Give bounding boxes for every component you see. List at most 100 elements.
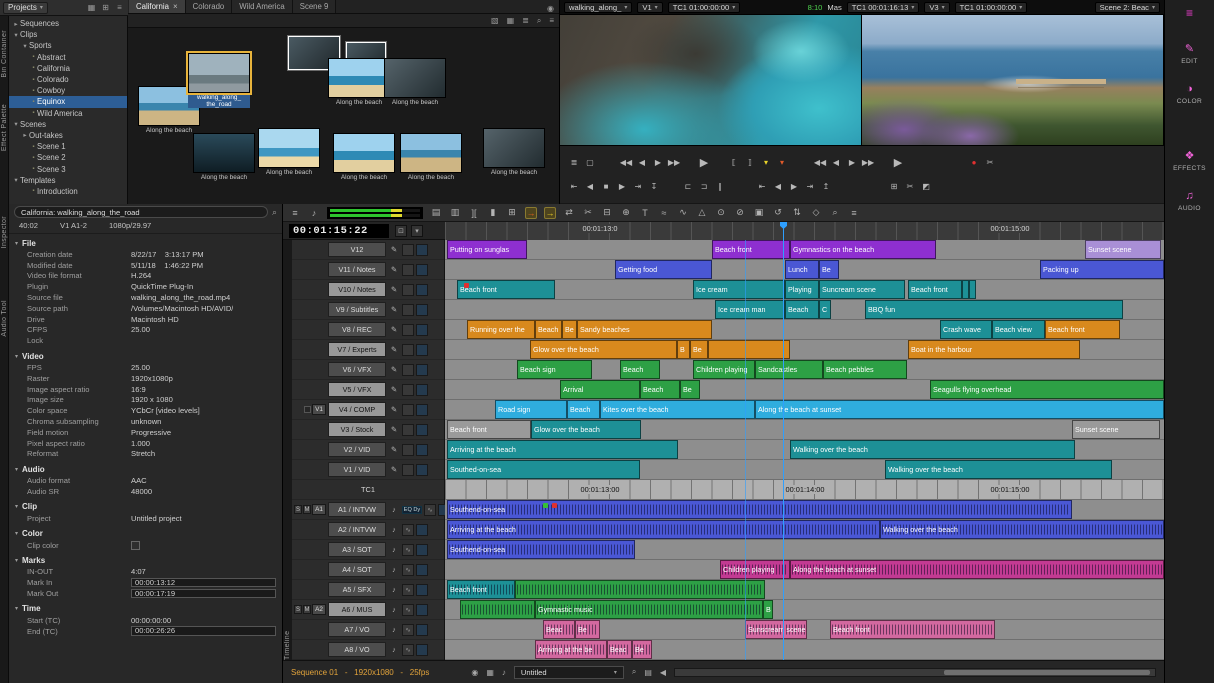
tree-item-templates[interactable]: ▾Templates [9,175,127,186]
frame-view-icon[interactable]: ▦ [507,16,515,25]
monitor-toggle[interactable] [416,344,428,356]
timeline-clip-beach-sign[interactable]: Beach sign [517,360,592,379]
track-lane-v4[interactable]: Road signBeachKites over the beachAlong … [445,400,1164,420]
timeline-clip-beach[interactable]: Beach [640,380,680,399]
track-option-toggle[interactable] [402,424,414,436]
list-view-icon[interactable]: ≣ [522,16,529,25]
disclosure-open-icon[interactable]: ▾ [21,42,29,50]
monitor-toggle[interactable] [416,644,428,656]
property-value[interactable]: 00:00:17:19 [131,589,276,599]
timeline-clip-getting-food[interactable]: Getting food [615,260,712,279]
monitor-toggle[interactable] [416,364,428,376]
track-button-v8[interactable]: V8 / REC [328,322,386,337]
speaker-icon[interactable]: ♪ [388,585,400,594]
tab-overflow-icon[interactable]: ◉ [547,4,554,13]
timeline-clip-beach-view[interactable]: Beach view [992,320,1045,339]
timeline-clip-beach-front[interactable]: Beach front [447,580,515,599]
track-lane-a6[interactable]: Gymnastic musicB [445,600,1164,620]
toolbar-menu-icon[interactable]: ≡ [848,208,860,218]
stop-button[interactable]: ■ [598,178,614,194]
track-button-v7[interactable]: V7 / Experts [328,342,386,357]
source-track-button[interactable]: A2 [312,604,326,615]
track-option-toggle[interactable]: ∿ [402,584,414,596]
track-lane-v9[interactable]: Ice cream manBeachCBBQ fun [445,300,1164,320]
track-option-toggle[interactable] [402,244,414,256]
track-option-toggle[interactable] [402,444,414,456]
record-monitor[interactable] [862,15,1164,145]
timeline-clip-beac[interactable]: Beac [607,640,632,659]
speaker-icon[interactable]: ♪ [388,605,400,614]
timeline-clip[interactable] [460,600,535,619]
add-edit-icon[interactable]: ⊕ [620,207,632,218]
track-button-a7[interactable]: A7 / VO [328,622,386,637]
section-header-video[interactable]: ▾Video [15,350,276,362]
remove-effect-icon[interactable]: ⊘ [734,207,746,218]
speaker-icon[interactable]: ♪ [388,525,400,534]
timeline-clip-southend-on-sea[interactable]: Southend-on-sea [447,500,1072,519]
section-header-color[interactable]: ▾Color [15,528,276,540]
timeline-clip[interactable] [969,280,976,299]
monitor-toggle[interactable] [416,624,428,636]
bin-tab-scene-9[interactable]: Scene 9 [293,0,337,13]
track-option-toggle[interactable] [402,304,414,316]
add-marker-red-button[interactable]: ▾ [774,154,790,170]
timeline-clip-glow-over-the-beach[interactable]: Glow over the beach [531,420,641,439]
track-button-v1[interactable]: V1 / VID [328,462,386,477]
track-option-toggle[interactable] [402,324,414,336]
go-to-end-button[interactable]: ⇥ [630,178,646,194]
projects-menu[interactable]: Projects ▾ [3,2,48,14]
track-lanes[interactable]: Putting on sunglasBeach frontGymnastics … [445,240,1164,660]
monitor-toggle[interactable] [416,244,428,256]
section-header-marks[interactable]: ▾Marks [15,555,276,567]
timeline-clip-be[interactable]: Be [632,640,652,659]
timeline-clip-b[interactable]: B [763,600,773,619]
tree-item-scene-2[interactable]: ▪Scene 2 [9,152,127,163]
monitor-toggle[interactable] [416,584,428,596]
track-lane-a7[interactable]: BeacBeSunscream sceneBeach front [445,620,1164,640]
bin-menu-icon[interactable]: ≡ [549,16,554,25]
effect-mode-icon[interactable]: ▮ [487,207,499,218]
timeline-clip-beach[interactable]: Beach [620,360,660,379]
pencil-icon[interactable]: ✎ [388,345,400,354]
source-track-button[interactable]: A1 [312,504,326,515]
track-lane-v11[interactable]: Getting foodLunchBePacking up [445,260,1164,280]
track-button-v3[interactable]: V3 / Stock [328,422,386,437]
splice-button[interactable]: ✂ [982,154,998,170]
clip-thumbnail[interactable]: Along the beach [258,128,320,176]
undo-icon[interactable]: ↺ [772,207,784,218]
timeline-clip-be[interactable]: Be [819,260,839,279]
section-header-file[interactable]: ▾File [15,237,276,249]
audio-meters-icon[interactable]: ♪ [502,668,506,677]
timeline-clip-arriving-at-the-beach[interactable]: Arriving at the beach [447,520,880,539]
bin-tab-wild-america[interactable]: Wild America [232,0,293,13]
timeline-clip-beach-front[interactable]: Beach front [712,240,790,259]
monitor-toggle[interactable] [416,424,428,436]
pencil-icon[interactable]: ✎ [388,265,400,274]
timeline-clip-kites-over-the-beach[interactable]: Kites over the beach [600,400,755,419]
panel-menu-icon[interactable]: ≡ [114,3,125,12]
source-track-button[interactable]: V1 [312,404,326,415]
match-frame-button[interactable]: ↧ [646,178,662,194]
timeline-clip-along-the-beach-at-sunset[interactable]: Along the beach at sunset [790,560,1164,579]
cut-button[interactable]: ✂ [902,178,918,194]
add-marker-yellow-button[interactable]: ▾ [758,154,774,170]
track-button-a6[interactable]: A6 / MUS [328,602,386,617]
go-to-start-button[interactable]: ⇤ [566,178,582,194]
timeline-clip-beach[interactable]: Beach [785,300,819,319]
link-selection-icon[interactable]: ⇄ [563,207,575,218]
timeline-clip-beach-front[interactable]: Beach front [908,280,962,299]
timeline-clip-be[interactable]: Be [690,340,708,359]
swap-monitors-icon[interactable]: ⇅ [791,207,803,218]
tree-item-wild-america[interactable]: ▪Wild America [9,108,127,119]
track-button-a3[interactable]: A3 / SOT [328,542,386,557]
tree-item-equinox[interactable]: ▪Equinox [9,96,127,107]
monitor-menu-button[interactable]: ≣ [566,154,582,170]
track-lane-a4[interactable]: Children playingAlong the beach at sunse… [445,560,1164,580]
tree-item-clips[interactable]: ▾Clips [9,29,127,40]
timeline-clip-arriving-at-the-be[interactable]: Arriving at the be [535,640,607,659]
timeline-clip-walking-over-the-beach[interactable]: Walking over the beach [880,520,1164,539]
grid-button[interactable]: ⊞ [886,178,902,194]
scroll-left-icon[interactable]: ◀ [660,668,666,677]
trim-both-button[interactable]: ∥ [712,178,728,194]
render-icon[interactable]: ▣ [753,207,765,218]
